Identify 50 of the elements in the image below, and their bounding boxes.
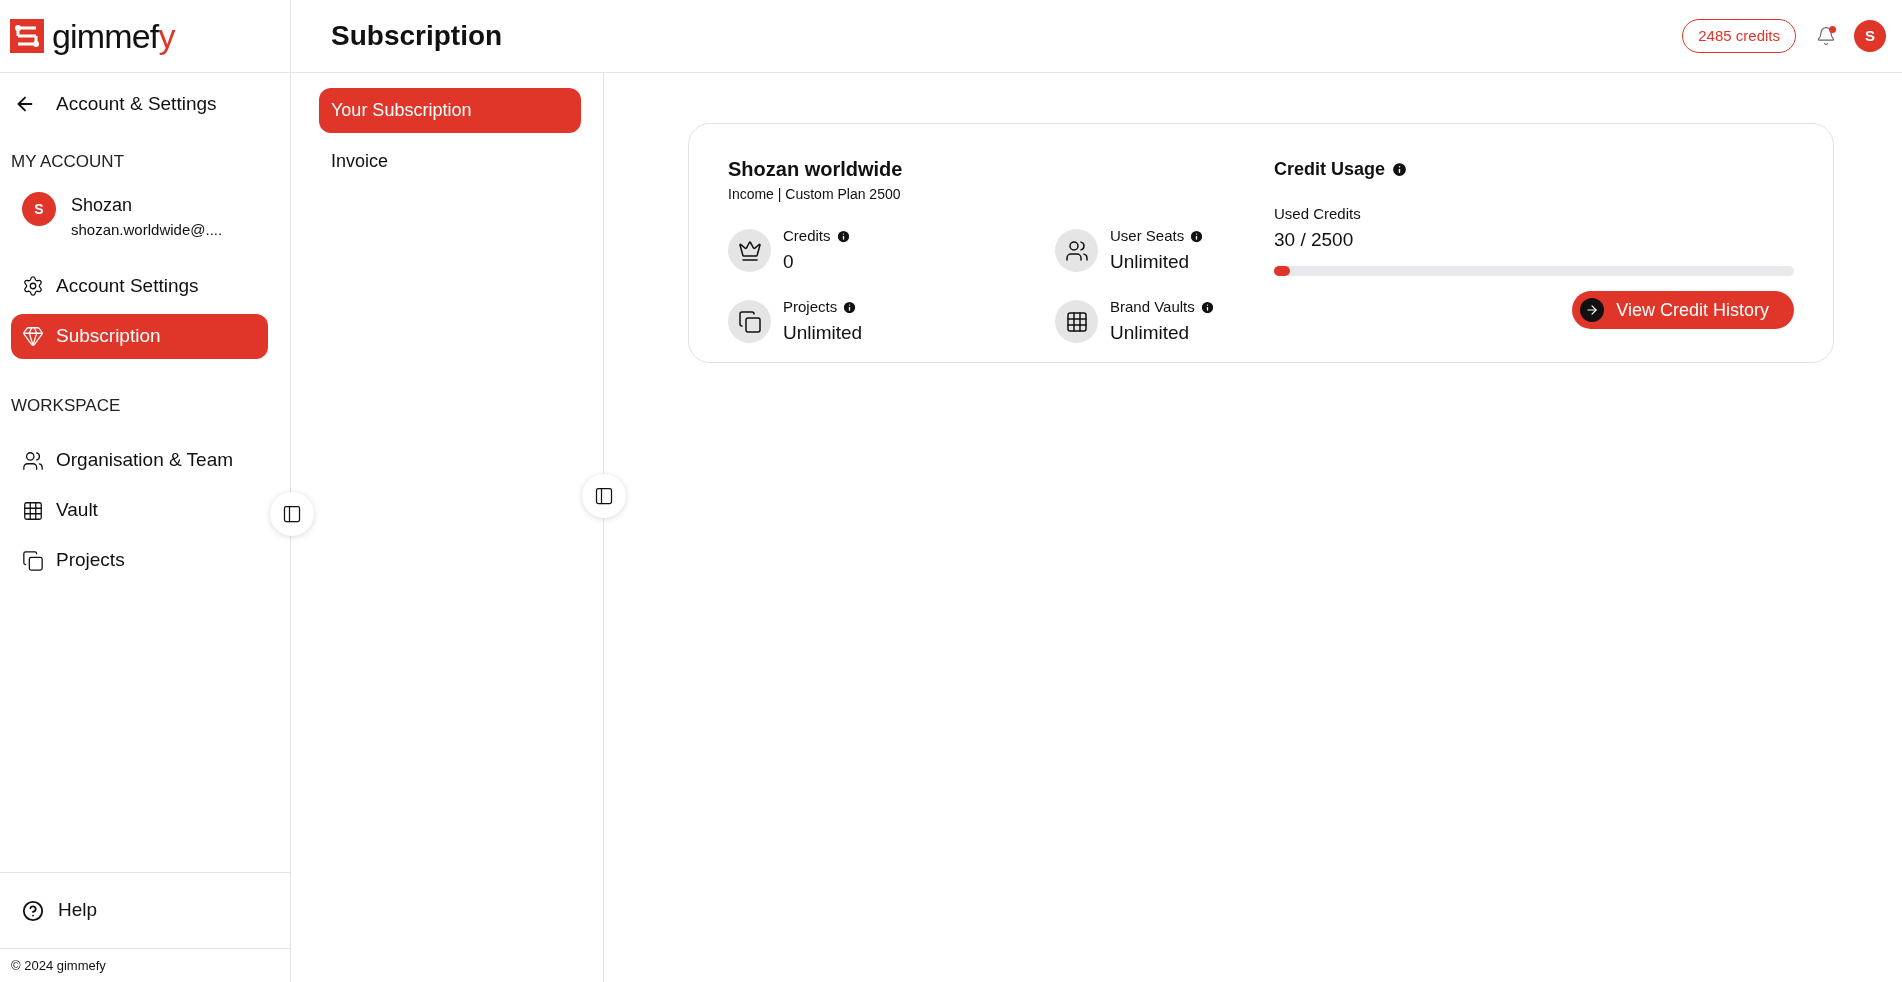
info-icon[interactable] xyxy=(1199,299,1215,315)
user-avatar: S xyxy=(22,192,56,226)
sidebar-item[interactable]: Subscription xyxy=(11,313,268,359)
user-email: shozan.worldwide@.... xyxy=(71,220,223,240)
crown-icon xyxy=(728,229,771,272)
info-icon[interactable] xyxy=(1189,228,1205,244)
grid-icon xyxy=(1055,300,1098,343)
back-link[interactable]: Account & Settings xyxy=(56,90,217,119)
organisation-name: Shozan worldwide xyxy=(728,157,904,182)
help-icon xyxy=(22,899,44,922)
user-avatar[interactable]: S xyxy=(1854,20,1886,52)
logo-icon xyxy=(10,19,44,53)
grid-icon xyxy=(22,499,44,522)
gear-icon xyxy=(22,275,44,297)
stat-label: Brand Vaults xyxy=(1110,297,1195,317)
stat-label: Projects xyxy=(783,297,838,317)
help-link[interactable]: Help xyxy=(58,896,98,925)
info-icon[interactable] xyxy=(1391,161,1409,178)
stat-value: Unlimited xyxy=(783,320,863,345)
stat-value: Unlimited xyxy=(1110,249,1191,274)
user-name: Shozan xyxy=(71,194,134,217)
sidebar-item[interactable]: Organisation & Team xyxy=(11,438,268,483)
people-icon xyxy=(22,449,44,472)
logo-wordmark: gimmefy xyxy=(52,19,175,53)
plan-text: Income | Custom Plan 2500 xyxy=(728,185,902,204)
credit-usage-title: Credit Usage xyxy=(1274,158,1386,181)
stat-label: Credits xyxy=(783,226,831,246)
stat-label: User Seats xyxy=(1110,226,1185,246)
panel-icon xyxy=(594,486,614,506)
collapse-sidebar-button[interactable] xyxy=(270,492,314,536)
stat-value: 0 xyxy=(783,249,795,274)
used-credits-label: Used Credits xyxy=(1274,204,1362,224)
sidebar-item[interactable]: Account Settings xyxy=(11,263,268,309)
used-credits-reading: 30 / 2500 xyxy=(1274,227,1355,252)
collapse-panel-button[interactable] xyxy=(582,474,626,518)
info-icon[interactable] xyxy=(842,299,858,315)
copyright-text: © 2024 gimmefy xyxy=(11,956,106,975)
subnav-tab[interactable]: Invoice xyxy=(319,139,581,184)
section-heading: MY ACCOUNT xyxy=(10,150,126,173)
sidebar-item[interactable]: Vault xyxy=(11,488,268,533)
people-icon xyxy=(1055,229,1098,272)
info-icon[interactable] xyxy=(835,228,851,244)
subnav-tab[interactable]: Your Subscription xyxy=(319,88,581,133)
view-credit-history-button[interactable]: View Credit History xyxy=(1572,291,1794,329)
page-title: Subscription xyxy=(331,19,503,53)
gem-icon xyxy=(22,325,44,347)
sidebar-item[interactable]: Projects xyxy=(11,538,268,583)
stat-value: Unlimited xyxy=(1110,320,1191,345)
section-heading: WORKSPACE xyxy=(10,394,122,417)
panel-icon xyxy=(282,504,302,524)
